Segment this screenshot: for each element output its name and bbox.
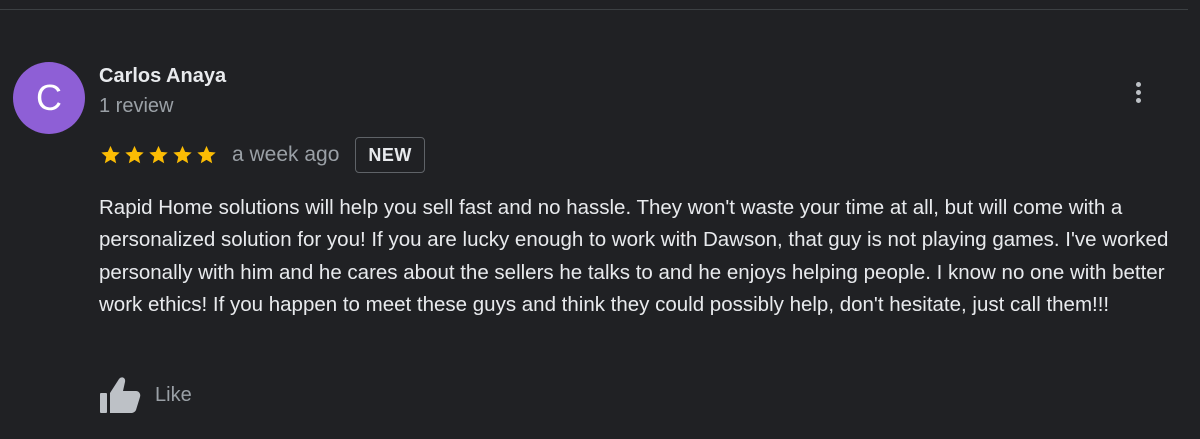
review-date: a week ago	[232, 143, 340, 166]
thumbs-up-icon	[99, 376, 141, 414]
avatar-letter: C	[36, 77, 62, 118]
star-icon	[149, 145, 168, 164]
avatar[interactable]: C	[13, 62, 85, 134]
top-divider	[0, 9, 1188, 10]
more-vert-icon-dot	[1135, 97, 1141, 103]
more-options-button[interactable]	[1124, 78, 1152, 106]
star-icon	[125, 145, 144, 164]
new-badge: NEW	[355, 137, 425, 173]
rating-row: a week ago NEW	[99, 136, 425, 174]
like-label: Like	[155, 383, 192, 406]
author-name[interactable]: Carlos Anaya	[99, 64, 226, 88]
star-rating	[99, 144, 218, 166]
star-icon	[197, 145, 216, 164]
star-icon	[101, 145, 120, 164]
like-button[interactable]: Like	[99, 372, 192, 418]
more-vert-icon-dot	[1135, 81, 1141, 87]
review-count[interactable]: 1 review	[99, 93, 173, 119]
star-icon	[173, 145, 192, 164]
review-text: Rapid Home solutions will help you sell …	[99, 196, 1169, 317]
more-vert-icon-dot	[1135, 89, 1141, 95]
